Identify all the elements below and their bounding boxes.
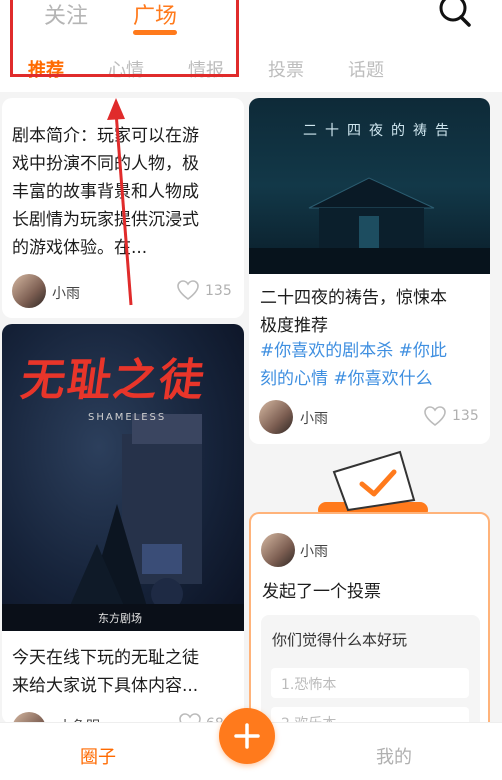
post-title-line: 极度推荐 (260, 316, 328, 336)
subtab-vote[interactable]: 投票 (268, 56, 304, 82)
post-excerpt-line: 长剧情为玩家提供沉浸式 (12, 210, 199, 230)
annotation-highlight-box (10, 0, 239, 77)
author-name[interactable]: 小雨 (300, 541, 328, 561)
plus-icon (234, 723, 260, 749)
post-excerpt: 今天在线下玩的无耻之徒 来给大家说下具体内容... (12, 644, 199, 700)
poster-footer: 东方剧场 (98, 612, 142, 625)
post-excerpt-line: 今天在线下玩的无耻之徒 (12, 648, 199, 668)
vote-title: 发起了一个投票 (262, 582, 381, 602)
heart-icon[interactable] (176, 279, 200, 301)
nav-me[interactable]: 我的 (376, 743, 412, 769)
vote-card[interactable]: 小雨 发起了一个投票 你们觉得什么本好玩 1.恐怖本 2.欢乐本 (249, 512, 490, 745)
post-title-line: 二十四夜的祷告，惊悚本 (260, 288, 447, 308)
poster-subtitle: SHAMELESS (88, 412, 167, 423)
post-excerpt-line: 的游戏体验。在... (12, 238, 148, 258)
heart-icon[interactable] (423, 405, 447, 427)
post-poster-image: 无耻之徒 SHAMELESS 东方剧场 (2, 324, 244, 631)
post-excerpt: 剧本简介：玩家可以在游 戏中扮演不同的人物，极 丰富的故事背景和人物成 长剧情为… (12, 122, 199, 262)
like-count: 135 (205, 283, 232, 299)
avatar[interactable] (12, 274, 46, 308)
post-card[interactable]: 无耻之徒 SHAMELESS 东方剧场 今天在线下玩的无耻之徒 来给大家说下具体… (2, 324, 244, 724)
hashtag-line[interactable]: 刻的心情 #你喜欢什么 (260, 365, 447, 393)
poster-title: 无耻之徒 (17, 355, 209, 406)
vote-question: 你们觉得什么本好玩 (272, 631, 408, 649)
poster-title: 二十四夜的祷告 (303, 123, 457, 139)
hashtag-list[interactable]: #你喜欢的剧本杀 #你此 刻的心情 #你喜欢什么 (260, 337, 447, 393)
post-poster-image: 二十四夜的祷告 (249, 98, 490, 274)
post-card[interactable]: 二十四夜的祷告 二十四夜的祷告，惊悚本 极度推荐 #你喜欢的剧本杀 #你此 刻的… (249, 98, 490, 444)
subtab-topic[interactable]: 话题 (348, 56, 384, 82)
author-name[interactable]: 小雨 (52, 283, 80, 303)
search-icon[interactable] (434, 0, 474, 34)
post-title: 二十四夜的祷告，惊悚本 极度推荐 (260, 284, 447, 340)
nav-circle[interactable]: 圈子 (80, 743, 116, 769)
vote-option[interactable]: 1.恐怖本 (271, 668, 469, 698)
avatar[interactable] (259, 400, 293, 434)
post-card[interactable]: 剧本简介：玩家可以在游 戏中扮演不同的人物，极 丰富的故事背景和人物成 长剧情为… (2, 98, 244, 318)
author-name[interactable]: 小雨 (300, 408, 328, 428)
post-excerpt-line: 来给大家说下具体内容... (12, 676, 199, 696)
add-post-button[interactable] (219, 708, 275, 764)
post-excerpt-line: 戏中扮演不同的人物，极 (12, 154, 199, 174)
like-count: 135 (452, 408, 479, 424)
post-excerpt-line: 剧本简介：玩家可以在游 (12, 126, 199, 146)
post-excerpt-line: 丰富的故事背景和人物成 (12, 182, 199, 202)
avatar[interactable] (261, 533, 295, 567)
ballot-icon (318, 450, 428, 518)
hashtag-line[interactable]: #你喜欢的剧本杀 #你此 (260, 337, 447, 365)
